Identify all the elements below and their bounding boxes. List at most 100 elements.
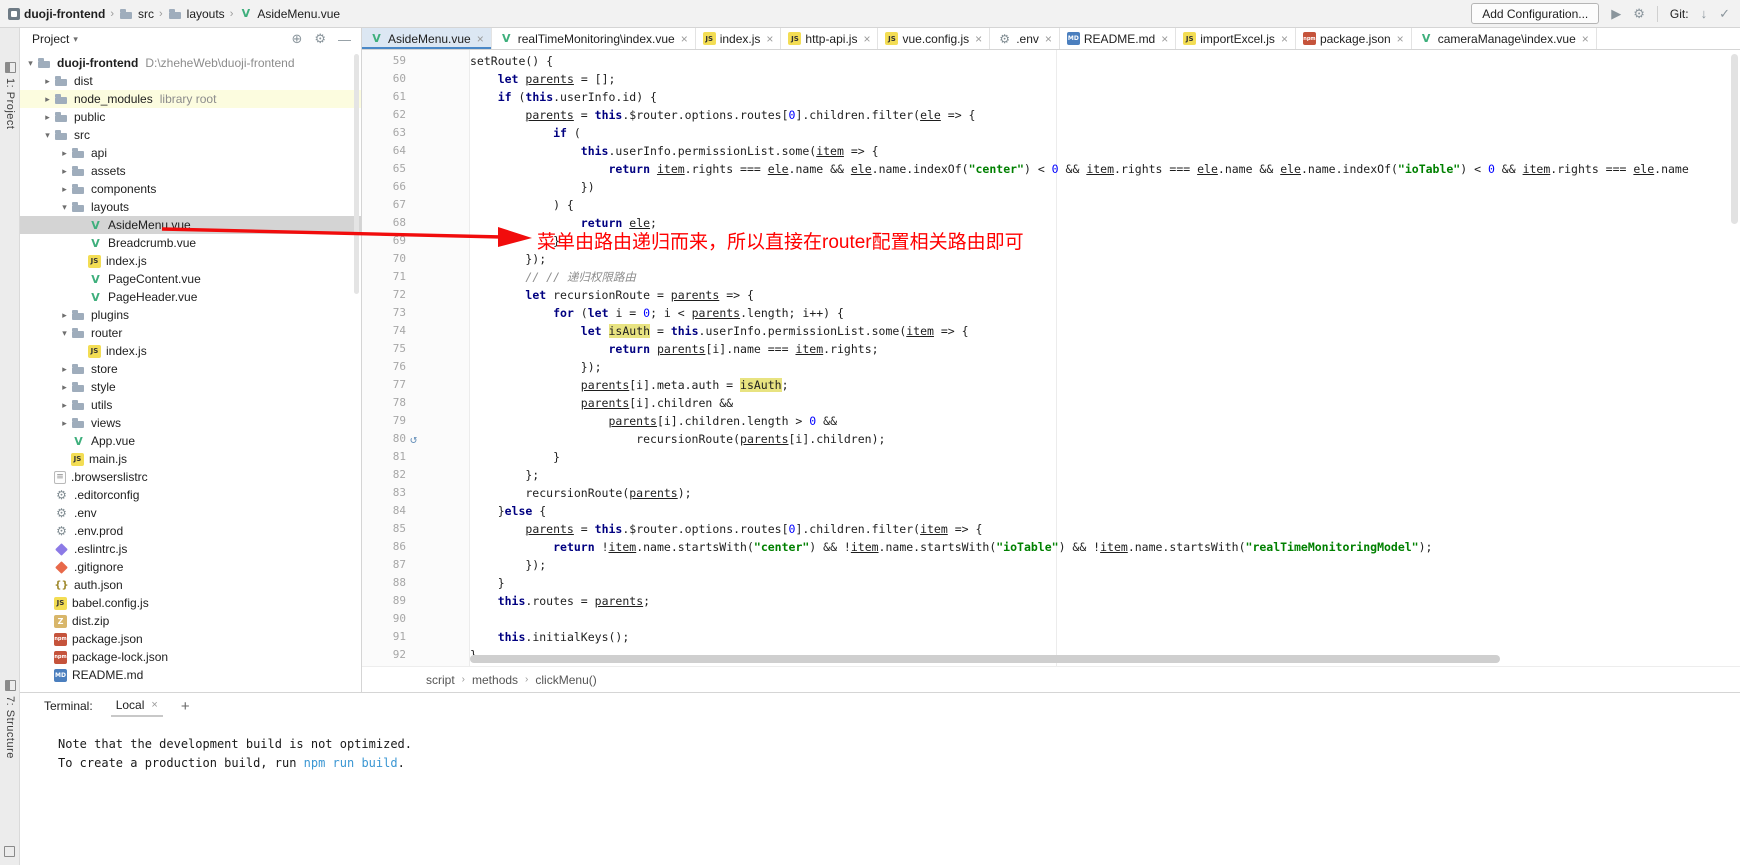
chevron-collapsed-icon[interactable]: ▸	[58, 166, 71, 177]
breadcrumb-item-layouts[interactable]: layouts	[168, 7, 225, 21]
tree-item-asidemenu-vue[interactable]: AsideMenu.vue	[20, 216, 361, 234]
tree-item-gitignore[interactable]: .gitignore	[20, 558, 361, 576]
tree-item-public[interactable]: ▸public	[20, 108, 361, 126]
breadcrumb-item-duoji-frontend[interactable]: duoji-frontend	[8, 7, 105, 21]
editor-tab-vue-config-js[interactable]: vue.config.js×	[878, 28, 990, 49]
editor-tab-asidemenu-vue[interactable]: AsideMenu.vue×	[362, 28, 492, 49]
tree-item-babel-config-js[interactable]: babel.config.js	[20, 594, 361, 612]
tree-item-index-js[interactable]: index.js	[20, 252, 361, 270]
tree-item-store[interactable]: ▸store	[20, 360, 361, 378]
tree-item-duoji-frontend[interactable]: ▾duoji-frontendD:\zheheWeb\duoji-fronten…	[20, 54, 361, 72]
tree-item-editorconfig[interactable]: .editorconfig	[20, 486, 361, 504]
debug-icon[interactable]: ⚙	[1633, 6, 1645, 22]
tree-item-browserslistrc[interactable]: .browserslistrc	[20, 468, 361, 486]
tree-item-index-js[interactable]: index.js	[20, 342, 361, 360]
chevron-collapsed-icon[interactable]: ▸	[58, 400, 71, 411]
scrollbar-thumb[interactable]	[470, 655, 1500, 663]
close-icon[interactable]: ×	[477, 33, 484, 45]
tree-item-eslintrc-js[interactable]: .eslintrc.js	[20, 540, 361, 558]
tree-item-style[interactable]: ▸style	[20, 378, 361, 396]
tool-stripe-icon[interactable]	[4, 846, 15, 857]
close-icon[interactable]: ×	[766, 33, 773, 45]
tree-item-plugins[interactable]: ▸plugins	[20, 306, 361, 324]
tree-item-pageheader-vue[interactable]: PageHeader.vue	[20, 288, 361, 306]
breadcrumb-item-src[interactable]: src	[119, 7, 154, 21]
line-number: 66	[362, 178, 406, 196]
tree-item-auth-json[interactable]: auth.json	[20, 576, 361, 594]
project-tree-scrollbar[interactable]	[354, 54, 359, 294]
terminal-tab-local[interactable]: Local ×	[111, 695, 163, 717]
chevron-collapsed-icon[interactable]: ▸	[58, 148, 71, 159]
editor-tab-readme-md[interactable]: README.md×	[1060, 28, 1176, 49]
tree-item-env-prod[interactable]: .env.prod	[20, 522, 361, 540]
new-terminal-button[interactable]: +	[181, 698, 190, 715]
chevron-collapsed-icon[interactable]: ▸	[58, 418, 71, 429]
vcs-update-icon[interactable]: ↓	[1701, 6, 1708, 21]
close-icon[interactable]: ×	[863, 33, 870, 45]
tree-item-api[interactable]: ▸api	[20, 144, 361, 162]
editor-tab-package-json[interactable]: package.json×	[1296, 28, 1412, 49]
add-configuration-button[interactable]: Add Configuration...	[1471, 3, 1599, 24]
editor-breadcrumb-clickmenu[interactable]: clickMenu()	[535, 673, 596, 687]
chevron-collapsed-icon[interactable]: ▸	[41, 112, 54, 123]
editor-breadcrumb-methods[interactable]: methods	[472, 673, 518, 687]
close-icon[interactable]: ×	[1045, 33, 1052, 45]
editor-tab-index-js[interactable]: index.js×	[696, 28, 782, 49]
tool-button-project[interactable]: 1: Project	[0, 62, 20, 129]
chevron-collapsed-icon[interactable]: ▸	[58, 184, 71, 195]
vcs-commit-icon[interactable]: ✓	[1719, 6, 1730, 22]
tree-item-breadcrumb-vue[interactable]: Breadcrumb.vue	[20, 234, 361, 252]
editor-breadcrumb-script[interactable]: script	[426, 673, 455, 687]
locate-file-icon[interactable]: ⊕	[291, 31, 302, 47]
tree-item-assets[interactable]: ▸assets	[20, 162, 361, 180]
editor-tab-cameramanage-index-vue[interactable]: cameraManage\index.vue×	[1412, 28, 1597, 49]
tree-item-pagecontent-vue[interactable]: PageContent.vue	[20, 270, 361, 288]
tree-item-node-modules[interactable]: ▸node_moduleslibrary root	[20, 90, 361, 108]
tree-item-views[interactable]: ▸views	[20, 414, 361, 432]
close-icon[interactable]: ×	[681, 33, 688, 45]
tree-item-src[interactable]: ▾src	[20, 126, 361, 144]
chevron-collapsed-icon[interactable]: ▸	[41, 76, 54, 87]
breadcrumb-item-asidemenu-vue[interactable]: AsideMenu.vue	[238, 7, 340, 21]
close-icon[interactable]: ×	[1397, 33, 1404, 45]
tree-item-package-lock-json[interactable]: package-lock.json	[20, 648, 361, 666]
code-editor[interactable]: 59setRoute() {60 let parents = [];61 if …	[362, 50, 1740, 666]
chevron-expanded-icon[interactable]: ▾	[24, 58, 37, 69]
chevron-expanded-icon[interactable]: ▾	[41, 130, 54, 141]
chevron-collapsed-icon[interactable]: ▸	[41, 94, 54, 105]
tree-item-router[interactable]: ▾router	[20, 324, 361, 342]
tree-item-app-vue[interactable]: App.vue	[20, 432, 361, 450]
tool-button-structure[interactable]: 7: Structure	[0, 680, 20, 759]
close-icon[interactable]: ×	[1281, 33, 1288, 45]
editor-tab-env[interactable]: .env×	[990, 28, 1060, 49]
terminal-output[interactable]: Note that the development build is not o…	[20, 719, 1740, 773]
chevron-expanded-icon[interactable]: ▾	[58, 328, 71, 339]
chevron-collapsed-icon[interactable]: ▸	[58, 310, 71, 321]
settings-icon[interactable]: ⚙	[314, 31, 326, 47]
hide-panel-icon[interactable]: —	[338, 32, 351, 47]
tree-item-readme-md[interactable]: README.md	[20, 666, 361, 684]
chevron-collapsed-icon[interactable]: ▸	[58, 382, 71, 393]
vertical-scrollbar[interactable]	[1731, 54, 1738, 454]
chevron-collapsed-icon[interactable]: ▸	[58, 364, 71, 375]
chevron-expanded-icon[interactable]: ▾	[58, 202, 71, 213]
close-icon[interactable]: ×	[1161, 33, 1168, 45]
close-icon[interactable]: ×	[1582, 33, 1589, 45]
tree-item-dist-zip[interactable]: dist.zip	[20, 612, 361, 630]
tree-item-main-js[interactable]: main.js	[20, 450, 361, 468]
editor-tab-importexcel-js[interactable]: importExcel.js×	[1176, 28, 1296, 49]
tree-item-env[interactable]: .env	[20, 504, 361, 522]
close-icon[interactable]: ×	[151, 699, 157, 711]
scrollbar-thumb[interactable]	[1731, 54, 1738, 224]
horizontal-scrollbar[interactable]	[470, 655, 1720, 663]
close-icon[interactable]: ×	[975, 33, 982, 45]
tree-item-components[interactable]: ▸components	[20, 180, 361, 198]
editor-tab-http-api-js[interactable]: http-api.js×	[781, 28, 878, 49]
project-panel-title[interactable]: Project ▾	[32, 32, 78, 46]
tree-item-layouts[interactable]: ▾layouts	[20, 198, 361, 216]
editor-tab-realtimemonitoring-index-vue[interactable]: realTimeMonitoring\index.vue×	[492, 28, 696, 49]
run-icon[interactable]: ▶	[1611, 6, 1621, 22]
tree-item-dist[interactable]: ▸dist	[20, 72, 361, 90]
tree-item-package-json[interactable]: package.json	[20, 630, 361, 648]
tree-item-utils[interactable]: ▸utils	[20, 396, 361, 414]
